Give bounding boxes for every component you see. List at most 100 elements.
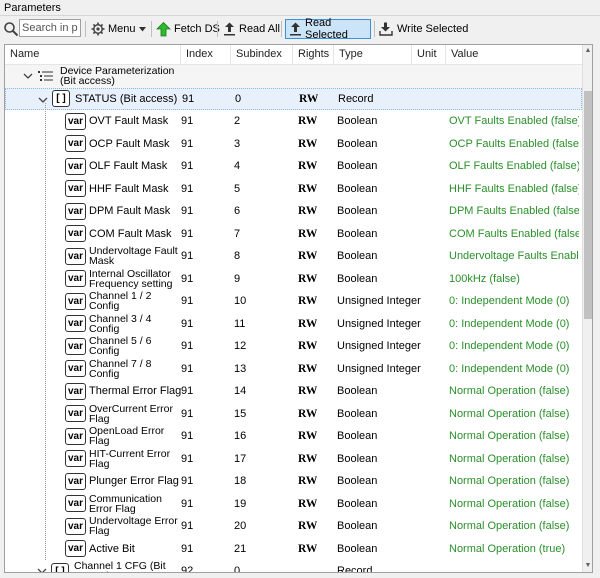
- row-value[interactable]: Normal Operation (false): [449, 380, 579, 403]
- panel-title-bar: Parameters: [0, 0, 600, 16]
- row-value[interactable]: COM Faults Enabled (false): [449, 223, 579, 246]
- row-name: Channel 5 / 6 Config: [89, 335, 152, 358]
- row-value[interactable]: OVT Faults Enabled (false): [449, 110, 579, 133]
- table-row[interactable]: var Channel 7 / 8 Config 91 13 RW Unsigned In…: [5, 358, 582, 381]
- table-row[interactable]: var Communication Error Flag 91 19 RW Boolean…: [5, 493, 582, 516]
- row-name: OverCurrent Error Flag: [89, 402, 174, 425]
- row-value[interactable]: 0: Independent Mode (0): [449, 358, 579, 381]
- var-icon: var: [65, 427, 86, 445]
- table-row[interactable]: var Plunger Error Flag 91 18 RW Boolean Normal…: [5, 470, 582, 493]
- table-row[interactable]: var Active Bit 91 21 RW Boolean Normal Operati…: [5, 538, 582, 561]
- column-header-type[interactable]: Type: [334, 45, 412, 64]
- column-header-rights[interactable]: Rights: [293, 45, 334, 64]
- collapse-chevron-icon[interactable]: [23, 71, 33, 81]
- row-rights: RW: [298, 407, 318, 420]
- row-value[interactable]: Normal Operation (false): [449, 493, 579, 516]
- read-all-button[interactable]: Read All: [220, 19, 283, 39]
- row-type: Boolean: [337, 407, 378, 420]
- menu-button[interactable]: Menu: [88, 19, 149, 39]
- row-subindex: 13: [234, 362, 247, 375]
- row-index: 91: [181, 407, 194, 420]
- row-subindex: 9: [234, 272, 241, 285]
- row-value[interactable]: OLF Faults Enabled (false): [449, 155, 579, 178]
- row-value[interactable]: Normal Operation (false): [449, 425, 579, 448]
- var-icon: var: [65, 450, 86, 468]
- table-row[interactable]: var OVT Fault Mask 91 2 RW Boolean OVT Faults …: [5, 110, 582, 133]
- upload-icon: [290, 22, 301, 36]
- row-name: Channel 3 / 4 Config: [89, 312, 152, 335]
- vertical-scrollbar[interactable]: ▲ ▼: [582, 45, 592, 572]
- row-value[interactable]: 100kHz (false): [449, 268, 579, 291]
- row-subindex: 18: [234, 475, 247, 488]
- row-rights: RW: [298, 250, 318, 263]
- table-row[interactable]: var Channel 1 / 2 Config 91 10 RW Unsigned In…: [5, 290, 582, 313]
- column-header-value[interactable]: Value: [446, 45, 582, 64]
- row-subindex: 19: [234, 497, 247, 510]
- table-row[interactable]: var OpenLoad Error Flag 91 16 RW Boolean Norma…: [5, 425, 582, 448]
- row-subindex: 14: [234, 385, 247, 398]
- read-selected-button[interactable]: Read Selected: [285, 17, 371, 41]
- row-index: 91: [181, 542, 194, 555]
- column-header-index[interactable]: Index: [181, 45, 231, 64]
- fetch-ds-button[interactable]: Fetch DS: [153, 19, 223, 39]
- panel-title: Parameters: [4, 2, 61, 14]
- row-index: 91: [181, 137, 194, 150]
- row-value[interactable]: Normal Operation (false): [449, 470, 579, 493]
- scrollbar-thumb[interactable]: [584, 91, 592, 319]
- search-icon[interactable]: [3, 21, 19, 37]
- table-row[interactable]: var HIT-Current Error Flag 91 17 RW Boolean No…: [5, 448, 582, 471]
- row-value[interactable]: HHF Faults Enabled (false): [449, 178, 579, 201]
- row-type: Boolean: [337, 475, 378, 488]
- collapse-chevron-icon[interactable]: [38, 95, 48, 105]
- row-subindex: 3: [234, 137, 241, 150]
- scroll-up-arrow-icon[interactable]: ▲: [583, 45, 592, 57]
- row-type: Unsigned Integer: [337, 317, 421, 330]
- table-row[interactable]: var OCP Fault Mask 91 3 RW Boolean OCP Faults …: [5, 133, 582, 156]
- table-row[interactable]: var DPM Fault Mask 91 6 RW Boolean DPM Faults …: [5, 200, 582, 223]
- column-header-name[interactable]: Name: [5, 45, 181, 64]
- row-value[interactable]: 0: Independent Mode (0): [449, 290, 579, 313]
- row-value[interactable]: Normal Operation (false): [449, 515, 579, 538]
- row-subindex: 6: [234, 205, 241, 218]
- table-row[interactable]: var Undervoltage Fault Mask 91 8 RW Boolean Un…: [5, 245, 582, 268]
- table-row[interactable]: var HHF Fault Mask 91 5 RW Boolean HHF Faults …: [5, 178, 582, 201]
- table-row[interactable]: var Undervoltage Error Flag 91 20 RW Boolean N…: [5, 515, 582, 538]
- read-selected-label: Read Selected: [305, 17, 348, 41]
- scroll-down-arrow-icon[interactable]: ▼: [583, 560, 592, 572]
- group-row-device-parameterization[interactable]: Device Parameterization (Bit access): [5, 65, 582, 88]
- column-header-subindex[interactable]: Subindex: [231, 45, 293, 64]
- row-rights: RW: [298, 227, 318, 240]
- record-row-status[interactable]: [ ] STATUS (Bit access) 91 0 RW Record: [5, 87, 582, 110]
- row-rights: RW: [298, 295, 318, 308]
- row-value[interactable]: Normal Operation (false): [449, 448, 579, 471]
- collapse-chevron-icon[interactable]: [37, 566, 47, 573]
- table-row[interactable]: var Channel 5 / 6 Config 91 12 RW Unsigned In…: [5, 335, 582, 358]
- row-value[interactable]: 0: Independent Mode (0): [449, 335, 579, 358]
- table-row[interactable]: var Thermal Error Flag 91 14 RW Boolean Normal…: [5, 380, 582, 403]
- row-value[interactable]: Normal Operation (true): [449, 538, 579, 561]
- table-row[interactable]: var Internal Oscillator Frequency setting…: [5, 268, 582, 291]
- record-row-channel-1-cfg[interactable]: [ ] Channel 1 CFG (Bit access) 92 0 Record: [5, 560, 582, 573]
- row-subindex: 4: [234, 160, 241, 173]
- row-value[interactable]: Undervoltage Faults Enable...: [449, 245, 579, 268]
- record-name: STATUS (Bit access): [75, 92, 178, 105]
- record-type: Record: [337, 565, 373, 573]
- row-rights: RW: [298, 160, 318, 173]
- column-header-unit[interactable]: Unit: [412, 45, 446, 64]
- record-subindex: 0: [235, 92, 242, 105]
- var-icon: var: [65, 202, 86, 220]
- table-row[interactable]: var COM Fault Mask 91 7 RW Boolean COM Faults …: [5, 223, 582, 246]
- row-value[interactable]: 0: Independent Mode (0): [449, 313, 579, 336]
- row-value[interactable]: DPM Faults Enabled (false): [449, 200, 579, 223]
- search-input[interactable]: [19, 19, 81, 37]
- row-index: 91: [181, 520, 194, 533]
- row-value[interactable]: OCP Faults Enabled (false): [449, 133, 579, 156]
- var-icon: var: [65, 495, 86, 513]
- row-value[interactable]: Normal Operation (false): [449, 403, 579, 426]
- write-selected-button[interactable]: Write Selected: [376, 19, 471, 39]
- table-row[interactable]: var OLF Fault Mask 91 4 RW Boolean OLF Faults …: [5, 155, 582, 178]
- table-row[interactable]: var Channel 3 / 4 Config 91 11 RW Unsigned In…: [5, 313, 582, 336]
- table-row[interactable]: var OverCurrent Error Flag 91 15 RW Boolean No…: [5, 403, 582, 426]
- row-rights: RW: [298, 475, 318, 488]
- row-index: 91: [181, 340, 194, 353]
